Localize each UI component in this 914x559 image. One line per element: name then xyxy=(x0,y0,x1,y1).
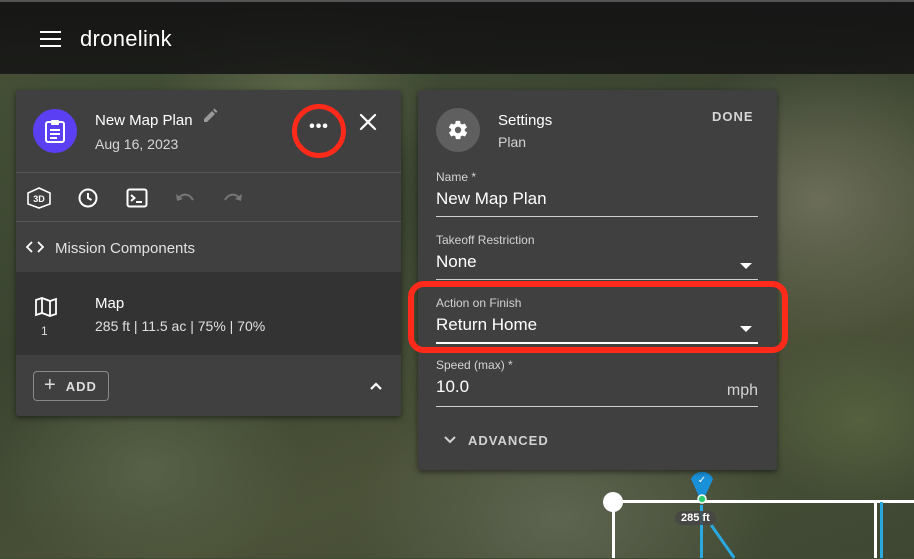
settings-avatar xyxy=(436,108,480,152)
plan-avatar xyxy=(33,109,77,153)
polygon-edge-right xyxy=(874,502,877,558)
name-label: Name * xyxy=(436,170,477,184)
speed-field[interactable]: Speed (max) * 10.0 mph xyxy=(436,358,758,407)
menu-icon[interactable] xyxy=(40,31,61,47)
map-component-item[interactable]: 1 Map 285 ft | 11.5 ac | 75% | 70% xyxy=(16,272,401,355)
more-options-button[interactable]: ••• xyxy=(292,104,346,158)
action-on-finish-select[interactable]: Action on Finish Return Home xyxy=(436,296,758,344)
action-on-finish-value: Return Home xyxy=(436,315,538,334)
action-underline xyxy=(436,342,758,344)
mission-components-label: Mission Components xyxy=(55,240,196,257)
terminal-button[interactable] xyxy=(125,186,149,210)
close-icon[interactable] xyxy=(358,112,378,132)
add-label: ADD xyxy=(65,378,97,394)
more-icon: ••• xyxy=(309,118,329,135)
flight-route-segment xyxy=(880,502,883,558)
add-component-button[interactable]: + ADD xyxy=(33,371,109,401)
clipboard-icon xyxy=(45,120,65,143)
takeoff-underline xyxy=(436,279,758,280)
svg-text:✓: ✓ xyxy=(698,475,706,486)
name-field[interactable]: Name * New Map Plan xyxy=(436,170,758,218)
component-details: 285 ft | 11.5 ac | 75% | 70% xyxy=(95,318,266,334)
plan-date: Aug 16, 2023 xyxy=(95,136,179,152)
distance-badge: 285 ft xyxy=(675,511,716,525)
3d-view-icon: 3D xyxy=(27,187,51,209)
speed-input[interactable]: 10.0 xyxy=(436,377,758,397)
speed-label: Speed (max) * xyxy=(436,358,513,372)
settings-title: Settings xyxy=(498,112,553,129)
chevron-down-icon xyxy=(444,436,456,444)
redo-icon xyxy=(224,193,242,201)
brand-logo: dronelink xyxy=(80,26,172,51)
map-icon xyxy=(35,297,57,317)
terminal-icon xyxy=(126,188,148,208)
undo-icon xyxy=(176,193,194,201)
done-button[interactable]: DONE xyxy=(712,109,754,124)
location-pin-icon[interactable]: ✓ xyxy=(689,469,715,505)
app-header: dronelink xyxy=(0,0,914,74)
mission-components-header: Mission Components xyxy=(16,222,401,272)
polygon-edge-top xyxy=(613,500,914,503)
takeoff-restriction-label: Takeoff Restriction xyxy=(436,233,535,247)
advanced-toggle[interactable]: ADVANCED xyxy=(444,430,549,450)
advanced-label: ADVANCED xyxy=(468,432,549,448)
component-title: Map xyxy=(95,295,125,312)
takeoff-restriction-select[interactable]: Takeoff Restriction None xyxy=(436,233,758,281)
edit-icon[interactable] xyxy=(202,108,218,124)
plan-panel: New Map Plan Aug 16, 2023 ••• 3D Mission… xyxy=(16,90,401,416)
plan-title: New Map Plan xyxy=(95,112,193,129)
caret-down-icon xyxy=(740,326,752,332)
undo-button[interactable] xyxy=(173,186,197,210)
code-icon xyxy=(26,241,44,253)
polygon-vertex-handle[interactable] xyxy=(603,492,623,512)
3d-view-button[interactable]: 3D xyxy=(27,186,51,210)
divider xyxy=(16,172,401,173)
chevron-up-icon[interactable] xyxy=(368,378,384,394)
redo-button[interactable] xyxy=(221,186,245,210)
takeoff-restriction-value: None xyxy=(436,252,477,271)
settings-panel: Settings Plan DONE Name * New Map Plan T… xyxy=(418,90,777,470)
name-underline xyxy=(436,216,758,217)
caret-down-icon xyxy=(740,263,752,269)
action-on-finish-label: Action on Finish xyxy=(436,296,522,310)
speed-unit: mph xyxy=(726,382,758,399)
history-button[interactable] xyxy=(76,186,100,210)
plus-icon: + xyxy=(44,373,56,396)
history-icon xyxy=(78,188,98,208)
svg-text:3D: 3D xyxy=(33,194,45,204)
component-count: 1 xyxy=(41,324,48,338)
name-input[interactable]: New Map Plan xyxy=(436,189,758,209)
gear-icon xyxy=(448,120,468,140)
settings-subtitle: Plan xyxy=(498,134,527,150)
speed-underline xyxy=(436,406,758,407)
